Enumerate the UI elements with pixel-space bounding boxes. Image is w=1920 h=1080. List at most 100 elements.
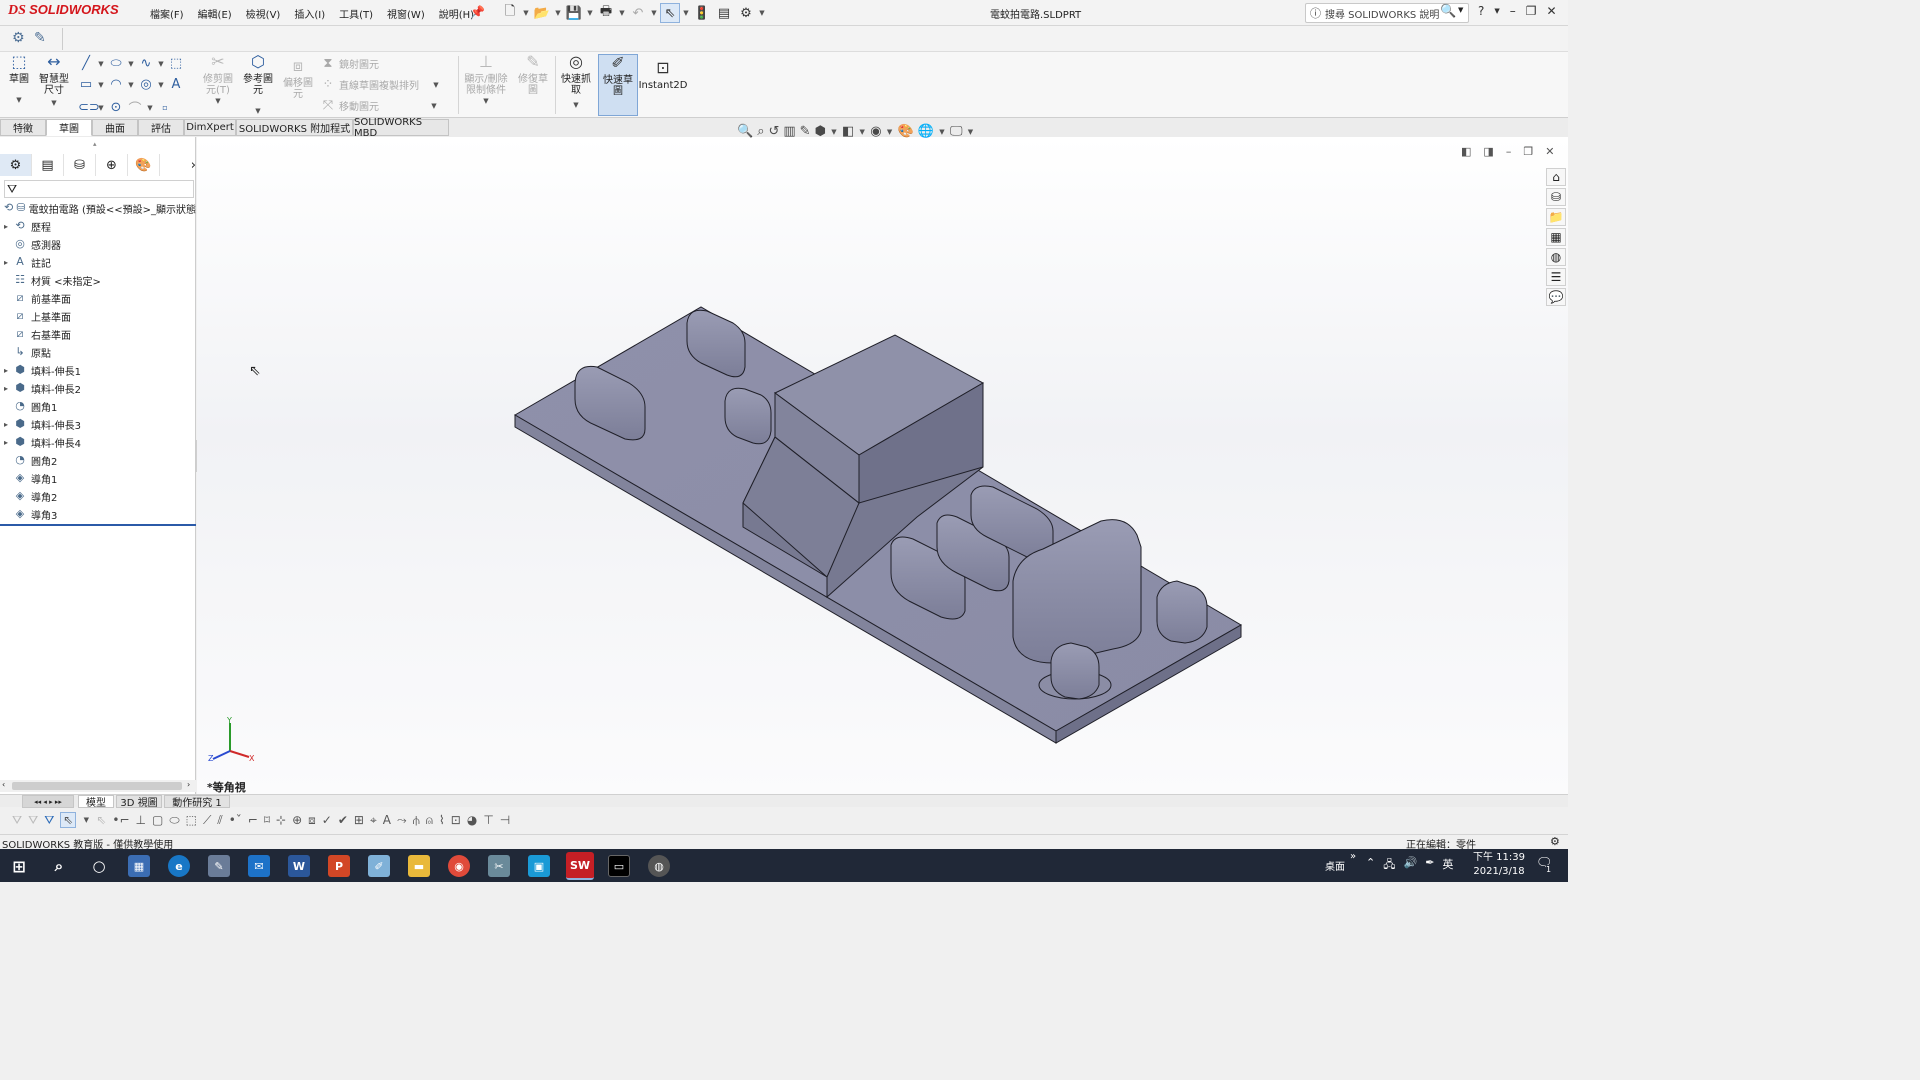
arc-dropdown-icon[interactable]: ▼: [127, 81, 135, 89]
app-square-icon[interactable]: ▣: [528, 855, 550, 877]
paint-app-icon[interactable]: ✎: [208, 855, 230, 877]
view-settings-icon[interactable]: 🖵: [950, 124, 963, 139]
fillet-dropdown-icon[interactable]: ▼: [146, 104, 154, 112]
tree-item[interactable]: ▸ A 註記: [0, 253, 196, 271]
search-dropdown-icon[interactable]: ▼: [1458, 6, 1463, 14]
cortana-icon[interactable]: ○: [88, 855, 110, 877]
scroll-left-icon[interactable]: ‹: [2, 780, 5, 789]
viewport-minimize-icon[interactable]: –: [1506, 145, 1512, 158]
scroll-thumb[interactable]: [12, 782, 182, 790]
undo-dropdown-icon[interactable]: ▼: [650, 9, 658, 17]
display-style-dropdown-icon[interactable]: ▼: [858, 128, 866, 136]
filter-center-marks-icon[interactable]: ⊹: [276, 813, 286, 827]
point-icon[interactable]: ⊙: [108, 100, 124, 115]
edit-appearance-icon[interactable]: 🎨: [898, 124, 914, 139]
filter-cosmetic-threads-icon[interactable]: ⫛: [413, 813, 420, 828]
linear-pattern-button[interactable]: ⁘ 直線草圖複製排列 ▼: [320, 77, 440, 92]
zoom-to-area-icon[interactable]: ⌕: [757, 124, 764, 139]
tab-evaluate[interactable]: 評估: [138, 119, 184, 136]
menu-help[interactable]: 說明(H): [439, 6, 474, 21]
new-dropdown-icon[interactable]: ▼: [522, 9, 530, 17]
mail-app-icon[interactable]: ✉: [248, 855, 270, 877]
menu-view[interactable]: 檢視(V): [246, 6, 281, 21]
move-entities-button[interactable]: ⤧ 移動圖元 ▼: [320, 98, 438, 113]
filter-weld-symbols-icon[interactable]: A: [383, 813, 391, 827]
line-icon[interactable]: ╱: [78, 56, 94, 71]
section-view-icon[interactable]: ▥: [783, 124, 795, 139]
sketch-dropdown-icon[interactable]: ▼: [15, 95, 23, 106]
rapid-sketch-button[interactable]: ✐ 快速草圖: [598, 54, 638, 116]
view-orientation-icon[interactable]: ⬢: [815, 124, 826, 139]
file-explorer-app-icon[interactable]: ▬: [408, 855, 430, 877]
print-icon[interactable]: 🖶: [596, 3, 616, 23]
graphics-area[interactable]: 🔍 ⌕ ↺ ▥ ✎ ⬢ ▼ ◧ ▼ ◉ ▼ 🎨 🌐 ▼ 🖵 ▼ ◧ ◨ – ❐ ✕ Y X…: [197, 124, 1568, 794]
volume-icon[interactable]: 🔊: [1403, 856, 1417, 875]
instant2d-button[interactable]: ⊡ Instant2D: [639, 60, 688, 92]
menu-tools[interactable]: 工具(T): [339, 6, 373, 21]
options-gear-icon[interactable]: ⚙: [736, 3, 756, 23]
hide-show-dropdown-icon[interactable]: ▼: [886, 128, 894, 136]
filter-sketch-segments-icon[interactable]: ⌐: [248, 813, 258, 827]
filter-axes-icon[interactable]: ⟋: [203, 813, 211, 828]
menu-window[interactable]: 視窗(W): [387, 6, 425, 21]
toolbar-expand-icon[interactable]: »: [1350, 851, 1356, 862]
ime-indicator[interactable]: 英: [1442, 856, 1453, 875]
tree-item[interactable]: ▸ ⬢ 填料-伸長1: [0, 361, 196, 379]
undo-icon[interactable]: ↶: [628, 3, 648, 23]
filter-vertices-icon[interactable]: •⌐: [112, 813, 129, 827]
dimxpertmanager-tab-icon[interactable]: ⊕: [96, 154, 128, 176]
plane-point-icon[interactable]: ▫: [157, 103, 173, 112]
word-app-icon[interactable]: W: [288, 855, 310, 877]
slot-icon[interactable]: ⊂⊃: [78, 100, 100, 115]
tree-item[interactable]: ◈ 導角1: [0, 469, 196, 487]
restore-icon[interactable]: ❐: [1526, 4, 1537, 18]
save-dropdown-icon[interactable]: ▼: [586, 9, 594, 17]
desktop-toolbar-label[interactable]: 桌面: [1325, 858, 1345, 873]
slot-dropdown-icon[interactable]: ▼: [97, 104, 105, 112]
filter-datum-targets-icon[interactable]: ⤳: [397, 813, 407, 828]
view-palette-icon[interactable]: ▦: [1546, 228, 1566, 246]
tab-sketch[interactable]: 草圖: [46, 119, 92, 136]
construction-geometry-icon[interactable]: ⬚: [168, 56, 184, 71]
smart-dimension-button[interactable]: ↔ 智慧型尺寸 ▼: [36, 54, 72, 109]
rectangle-dropdown-icon[interactable]: ▼: [97, 81, 105, 89]
forum-icon[interactable]: 💬: [1546, 288, 1566, 306]
select-pointer-icon[interactable]: ⇖: [660, 3, 680, 23]
fillet-sketch-icon[interactable]: ⌒: [127, 98, 143, 117]
terminal-app-icon[interactable]: ▭: [608, 855, 630, 877]
tab-dimxpert[interactable]: DimXpert: [184, 119, 236, 136]
filter-mid-surfaces-icon[interactable]: ⊤: [483, 813, 493, 827]
tree-item[interactable]: ⧄ 前基準面: [0, 289, 196, 307]
circle-dropdown-icon[interactable]: ▼: [127, 60, 135, 68]
panel-grip-icon[interactable]: ▴: [93, 140, 97, 148]
filter-connection-points-icon[interactable]: ⊡: [451, 813, 461, 827]
trim-entities-button[interactable]: ✂ 修剪圖元(T) ▼: [200, 54, 236, 107]
open-folder-icon[interactable]: 📂: [532, 3, 552, 23]
select-dropdown-icon[interactable]: ▼: [682, 9, 690, 17]
propertymanager-tab-icon[interactable]: ▤: [32, 154, 64, 176]
line-dropdown-icon[interactable]: ▼: [97, 60, 105, 68]
filter-toggle-icon[interactable]: ⛛: [12, 813, 22, 828]
pen-icon[interactable]: ✒: [1425, 856, 1434, 875]
filter-select-pointer-icon[interactable]: ⇖: [60, 812, 77, 828]
repair-sketch-button[interactable]: ✎ 修復草圖: [515, 54, 551, 97]
tree-filter[interactable]: ⛛: [4, 180, 194, 198]
filter-hide-icon[interactable]: ⛛: [28, 813, 38, 828]
tab-surfaces[interactable]: 曲面: [92, 119, 138, 136]
chrome-browser-icon[interactable]: ◉: [448, 855, 470, 877]
tree-item[interactable]: ▸ ⟲ 歷程: [0, 217, 196, 235]
tree-item[interactable]: ☷ 材質 <未指定>: [0, 271, 196, 289]
taskbar-search-icon[interactable]: ⌕: [48, 855, 70, 877]
previous-view-icon[interactable]: ↺: [768, 124, 779, 139]
snipping-tool-icon[interactable]: ✂: [488, 855, 510, 877]
filter-faces-icon[interactable]: ▢: [152, 813, 163, 827]
edge-browser-icon[interactable]: e: [168, 855, 190, 877]
tree-item[interactable]: ◔ 圓角2: [0, 451, 196, 469]
tab-mbd[interactable]: SOLIDWORKS MBD: [353, 117, 449, 139]
filter-notes-icon[interactable]: ⊞: [354, 813, 364, 827]
display-style-icon[interactable]: ◧: [842, 124, 854, 139]
filter-geometric-tolerance-icon[interactable]: ✔: [338, 813, 348, 827]
filter-centerline-icon[interactable]: ⊕: [292, 813, 302, 827]
filter-surface-finish-icon[interactable]: ✓: [322, 813, 332, 827]
mirror-entities-button[interactable]: ⧗ 鏡射圖元: [320, 56, 379, 71]
